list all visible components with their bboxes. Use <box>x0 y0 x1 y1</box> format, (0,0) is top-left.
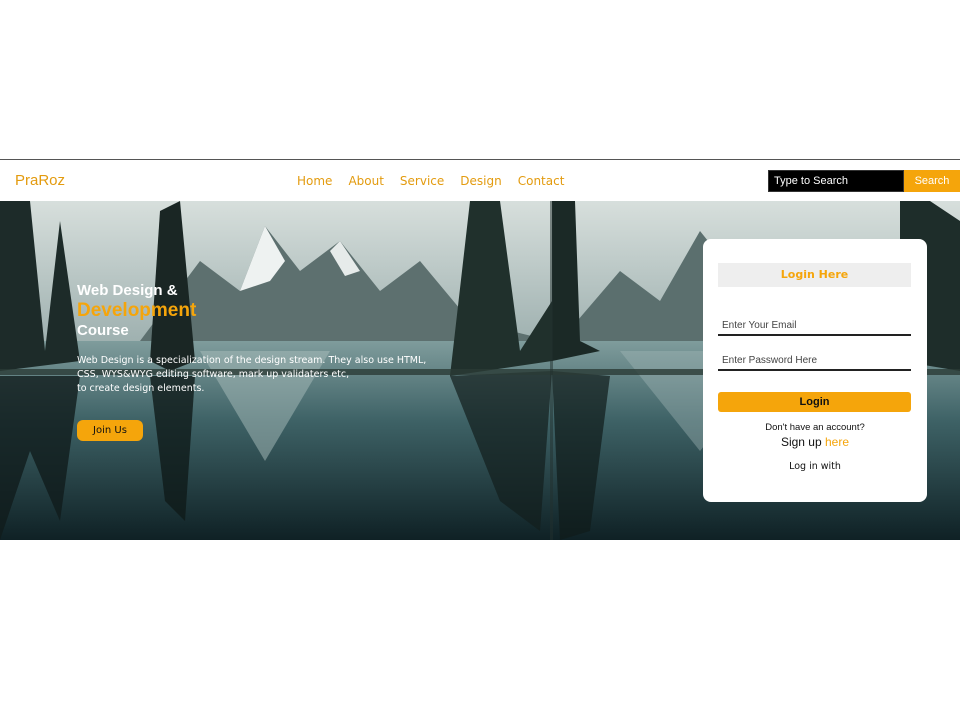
password-field[interactable] <box>718 351 911 371</box>
hero-description: Web Design is a specialization of the de… <box>77 354 437 396</box>
signup-prompt: Sign up here <box>703 435 927 449</box>
hero-title-line1: Web Design & <box>77 282 178 299</box>
navbar: PraRoz Home About Service Design Contact… <box>0 159 960 200</box>
login-button[interactable]: Login <box>718 392 911 412</box>
nav-menu: Home About Service Design Contact <box>297 174 564 188</box>
nav-link-contact[interactable]: Contact <box>518 174 565 188</box>
signup-link[interactable]: here <box>825 435 849 449</box>
nav-link-home[interactable]: Home <box>297 174 332 188</box>
no-account-text: Don't have an account? <box>765 422 865 433</box>
brand-logo[interactable]: PraRoz <box>15 172 65 189</box>
signup-prefix: Sign up <box>780 435 822 449</box>
search-bar: Search <box>768 170 960 192</box>
join-us-button[interactable]: Join Us <box>77 420 143 441</box>
nav-link-design[interactable]: Design <box>460 174 501 188</box>
hero-heading: Web Design & Development Course <box>77 282 196 340</box>
hero-title-line3: Course <box>77 322 129 339</box>
nav-link-service[interactable]: Service <box>400 174 444 188</box>
hero-description-line: CSS, WYS&WYG editing software, mark up v… <box>77 369 350 380</box>
login-card: Login Here Login Don't have an account? … <box>703 239 927 502</box>
nav-link-about[interactable]: About <box>348 174 383 188</box>
search-input[interactable] <box>768 170 904 192</box>
hero-description-line: Web Design is a specialization of the de… <box>77 355 427 366</box>
hero-description-line: to create design elements. <box>77 383 205 394</box>
hero-title-line2: Development <box>77 300 197 321</box>
login-with-text: Log in with <box>789 461 841 472</box>
search-button[interactable]: Search <box>904 170 960 192</box>
email-field[interactable] <box>718 316 911 336</box>
login-card-title: Login Here <box>718 263 911 287</box>
